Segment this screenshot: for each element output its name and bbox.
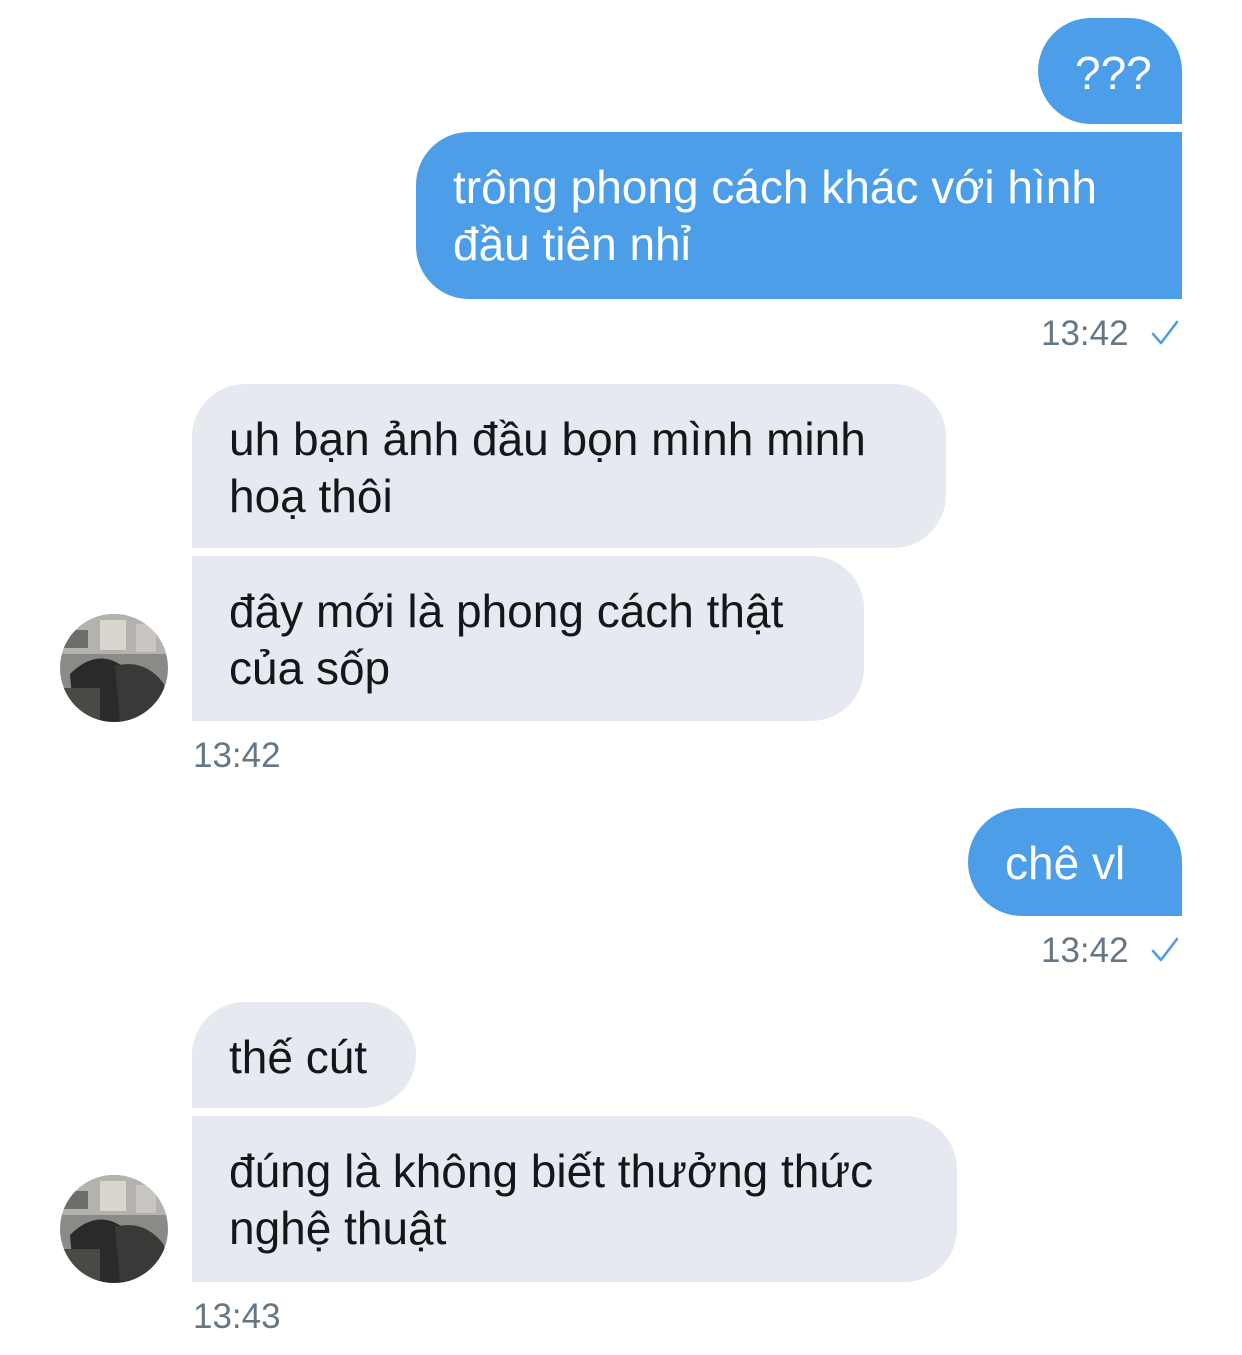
- message-text-line: hoạ thôi: [229, 470, 393, 522]
- message-text-line: trông phong cách khác với hình: [453, 161, 1097, 213]
- message-text: chê vl: [1005, 837, 1126, 889]
- message-text-line: đúng là không biết thưởng thức: [229, 1145, 874, 1197]
- avatar[interactable]: [60, 1175, 168, 1283]
- message-text-line: đây mới là phong cách thật: [229, 585, 784, 637]
- message-text-line: uh bạn ảnh đầu bọn mình minh: [229, 413, 866, 465]
- check-icon: [1151, 320, 1179, 345]
- message-bubble-incoming[interactable]: uh bạn ảnh đầu bọn mình minh hoạ thôi: [192, 384, 946, 548]
- message-timestamp: 13:42: [193, 736, 281, 775]
- message-bubble-outgoing[interactable]: ???: [1038, 18, 1182, 124]
- dm-conversation: { "messages": [ {"sender": "self", "text…: [0, 0, 1242, 1355]
- message-timestamp: 13:42: [1041, 931, 1129, 970]
- message-text-line: đầu tiên nhỉ: [453, 218, 691, 270]
- check-icon: [1151, 937, 1179, 962]
- message-bubble-incoming[interactable]: thế cút: [192, 1002, 416, 1108]
- message-bubble-incoming[interactable]: đúng là không biết thưởng thức nghệ thuậ…: [192, 1116, 957, 1282]
- message-bubble-outgoing[interactable]: trông phong cách khác với hình đầu tiên …: [416, 132, 1182, 299]
- message-timestamp: 13:42: [1041, 314, 1129, 353]
- message-text-line: nghệ thuật: [229, 1202, 447, 1254]
- message-text: ???: [1075, 47, 1152, 99]
- message-text: thế cút: [229, 1031, 368, 1083]
- message-bubble-incoming[interactable]: đây mới là phong cách thật của sốp: [192, 556, 864, 721]
- message-timestamp: 13:43: [193, 1297, 281, 1336]
- message-text-line: của sốp: [229, 642, 391, 694]
- message-bubble-outgoing[interactable]: chê vl: [968, 808, 1182, 916]
- avatar[interactable]: [60, 614, 168, 722]
